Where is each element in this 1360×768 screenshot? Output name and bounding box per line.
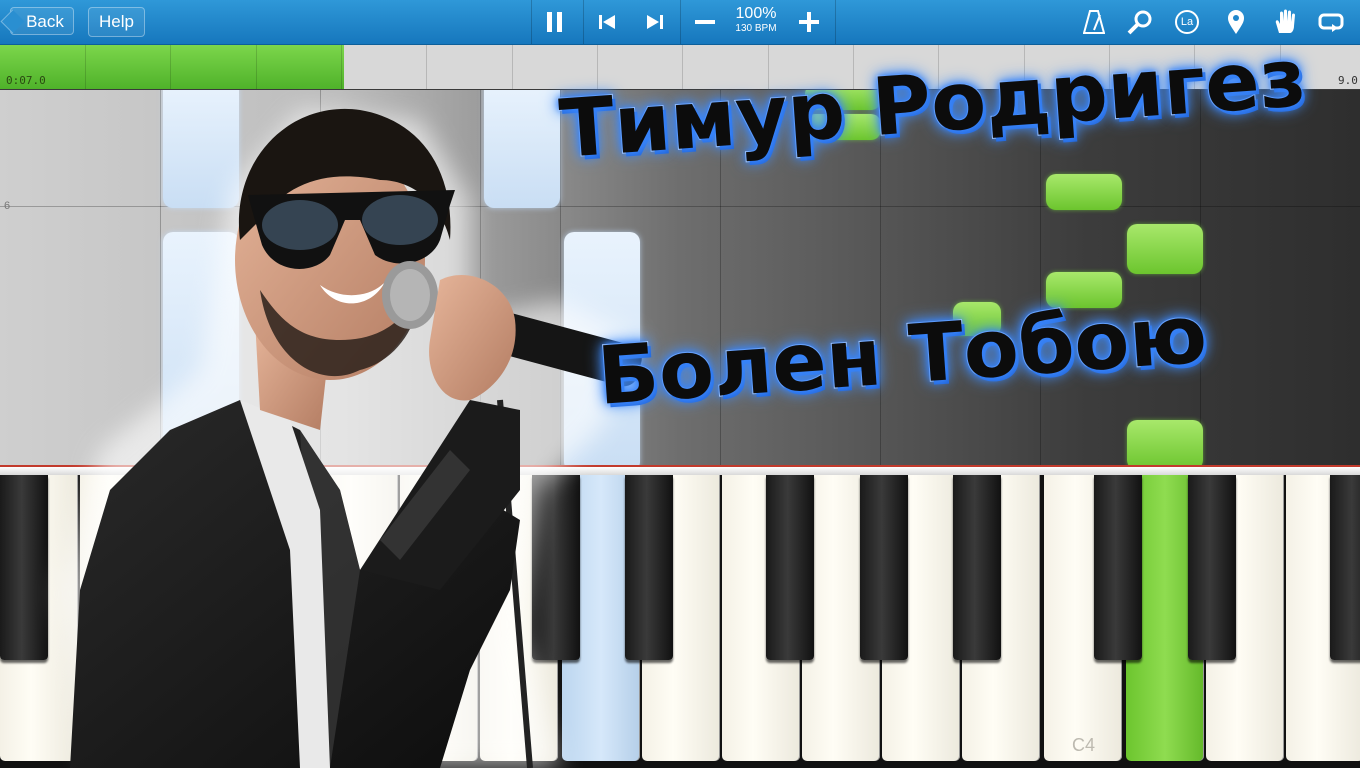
black-key[interactable] <box>1094 475 1142 660</box>
metronome-icon[interactable] <box>1080 8 1108 36</box>
note-label-icon[interactable]: La <box>1173 8 1201 36</box>
playback-controls <box>531 0 836 44</box>
black-key[interactable] <box>953 475 1001 660</box>
toolbar: Back Help 100% 130 BPM La <box>0 0 1360 45</box>
skip-back-icon[interactable] <box>593 8 621 36</box>
plus-icon[interactable] <box>795 8 823 36</box>
minus-icon[interactable] <box>691 8 719 36</box>
black-key[interactable] <box>1188 475 1236 660</box>
help-button[interactable]: Help <box>88 7 145 37</box>
note-label-badge: La <box>1175 10 1199 34</box>
tempo-bpm: 130 BPM <box>735 23 777 34</box>
timeline-end-marker: 9.0 <box>1338 74 1358 87</box>
black-key[interactable] <box>1330 475 1360 660</box>
black-key[interactable] <box>860 475 908 660</box>
black-key[interactable] <box>766 475 814 660</box>
location-pin-icon[interactable] <box>1222 8 1250 36</box>
pause-icon[interactable] <box>541 8 569 36</box>
right-hand-note <box>1127 420 1203 465</box>
search-icon[interactable] <box>1126 8 1154 36</box>
middle-c-label: C4 <box>1072 735 1096 755</box>
speed-percent: 100% <box>735 5 777 22</box>
right-hand-note <box>1046 174 1122 210</box>
skip-forward-icon[interactable] <box>641 8 669 36</box>
back-button[interactable]: Back <box>10 7 74 35</box>
right-hand-note <box>1127 224 1203 274</box>
speed-display: 100% 130 BPM <box>733 5 779 35</box>
loop-icon[interactable] <box>1318 8 1346 36</box>
